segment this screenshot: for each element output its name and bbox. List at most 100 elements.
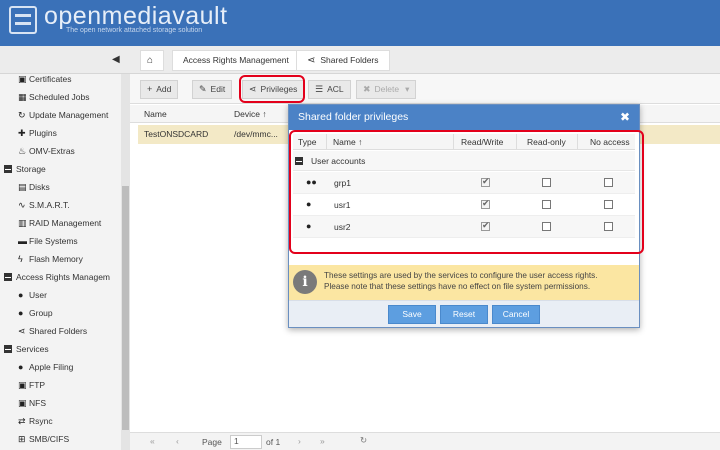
sidebar-item-raid-management[interactable]: ▥ RAID Management (18, 218, 101, 229)
cancel-button[interactable]: Cancel (492, 305, 540, 324)
disk-icon: ▤ (18, 182, 27, 192)
page-label: Page (202, 437, 222, 447)
update-icon: ↻ (18, 110, 26, 120)
pulse-icon: ∿ (18, 200, 26, 210)
sidebar-item-smb-cifs[interactable]: ⊞ SMB/CIFS (18, 434, 69, 445)
column-type: Type (298, 137, 317, 147)
sidebar-item-certificates[interactable]: ▣ Certificates (18, 74, 72, 85)
group-label: User accounts (311, 156, 366, 166)
info-banner: i These settings are used by the service… (289, 265, 639, 300)
read-write-checkbox[interactable] (481, 220, 490, 231)
column-read-write[interactable]: Read/Write (461, 137, 503, 147)
brand-tagline: The open network attached storage soluti… (66, 27, 203, 34)
row-name: grp1 (334, 178, 352, 188)
paging-toolbar: « ‹ Page 1 of 1 › » ↻ (130, 432, 720, 450)
sidebar-item-smart[interactable]: ∿ S.M.A.R.T. (18, 200, 70, 211)
sidebar-scroll-thumb[interactable] (122, 186, 129, 430)
no-access-checkbox[interactable] (604, 200, 613, 209)
group-row-user-accounts[interactable]: User accounts (293, 151, 635, 171)
collapse-icon[interactable] (295, 157, 303, 165)
table-row: ● usr2 (293, 216, 635, 238)
home-tab[interactable]: ⌂ (140, 50, 164, 71)
share-icon: ⋖ (307, 55, 316, 66)
privileges-button[interactable]: ⋖ Privileges (242, 80, 305, 99)
info-icon: i (293, 270, 317, 294)
apple-icon: ● (18, 362, 24, 372)
refresh-icon[interactable]: ↻ (360, 435, 367, 446)
read-only-checkbox[interactable] (542, 200, 551, 209)
no-access-checkbox[interactable] (604, 178, 613, 187)
sidebar-item-group[interactable]: ● Group (18, 308, 53, 318)
save-button[interactable]: Save (388, 305, 436, 324)
nfs-icon: ▣ (18, 398, 27, 408)
close-icon[interactable]: ✖ (619, 111, 631, 123)
column-read-only[interactable]: Read-only (527, 137, 566, 147)
reset-button[interactable]: Reset (440, 305, 488, 324)
sidebar-item-rsync[interactable]: ⇄ Rsync (18, 416, 53, 427)
plus-icon: + (147, 84, 153, 94)
top-header: openmediavault The open network attached… (0, 0, 720, 46)
first-page-icon[interactable]: « (150, 436, 155, 446)
last-page-icon[interactable]: » (320, 436, 325, 446)
collapse-icon (4, 345, 12, 353)
next-page-icon[interactable]: › (298, 436, 301, 446)
info-text: These settings are used by the services … (324, 271, 598, 291)
list-icon: ☰ (315, 84, 324, 94)
sidebar-item-disks[interactable]: ▤ Disks (18, 182, 50, 193)
user-icon: ● (306, 221, 312, 231)
prev-page-icon[interactable]: ‹ (176, 436, 179, 446)
no-access-checkbox[interactable] (604, 222, 613, 231)
sidebar-item-file-systems[interactable]: ▬ File Systems (18, 236, 78, 246)
sidebar-category-access-rights[interactable]: Access Rights Managem (4, 272, 110, 282)
dialog-button-bar: Save Reset Cancel (289, 300, 639, 327)
sidebar-item-scheduled-jobs[interactable]: ▦ Scheduled Jobs (18, 92, 90, 103)
privileges-table-header: Type Name ↑ Read/Write Read-only No acce… (293, 134, 635, 150)
sidebar-category-services[interactable]: Services (4, 344, 49, 354)
shared-folder-privileges-dialog: Shared folder privileges ✖ Type Name ↑ R… (288, 104, 640, 328)
sidebar-item-plugins[interactable]: ✚ Plugins (18, 128, 57, 139)
column-device[interactable]: Device ↑ (234, 109, 267, 119)
column-name[interactable]: Name ↑ (333, 137, 362, 147)
sidebar-item-nfs[interactable]: ▣ NFS (18, 398, 46, 409)
row-name: TestONSDCARD (144, 129, 209, 139)
group-icon: ● (18, 308, 24, 318)
sidebar-item-ftp[interactable]: ▣ FTP (18, 380, 45, 391)
windows-icon: ⊞ (18, 434, 26, 444)
raid-icon: ▥ (18, 218, 27, 228)
sidebar-item-shared-folders[interactable]: ⋖ Shared Folders (18, 326, 87, 337)
dialog-title: Shared folder privileges (289, 105, 639, 130)
read-only-checkbox[interactable] (542, 222, 551, 231)
read-write-checkbox[interactable] (481, 176, 490, 187)
table-row: ● usr1 (293, 194, 635, 216)
folder-icon: ▬ (18, 236, 27, 246)
share-icon: ⋖ (18, 326, 26, 336)
acl-button[interactable]: ☰ ACL (308, 80, 351, 99)
table-row: ●● grp1 (293, 172, 635, 194)
add-button[interactable]: + Add (140, 80, 179, 99)
column-name[interactable]: Name (144, 109, 167, 119)
omv-logo-icon (9, 6, 37, 34)
read-write-checkbox[interactable] (481, 198, 490, 209)
rsync-icon: ⇄ (18, 416, 26, 426)
row-name: usr1 (334, 200, 351, 210)
page-number-input[interactable]: 1 (230, 435, 262, 449)
flame-icon: ♨ (18, 146, 27, 156)
bolt-icon: ϟ (18, 254, 23, 264)
tab-access-rights-management[interactable]: Access Rights Management (172, 50, 300, 71)
sidebar-item-update-management[interactable]: ↻ Update Management (18, 110, 108, 121)
tab-shared-folders[interactable]: ⋖ Shared Folders (296, 50, 390, 71)
sidebar-item-omv-extras[interactable]: ♨ OMV-Extras (18, 146, 75, 157)
row-name: usr2 (334, 222, 351, 232)
page-count: of 1 (266, 437, 281, 447)
delete-button[interactable]: ✖ Delete ▾ (356, 80, 417, 99)
sidebar-category-storage[interactable]: Storage (4, 164, 46, 174)
column-no-access[interactable]: No access (590, 137, 630, 147)
home-icon: ⌂ (147, 55, 154, 66)
edit-button[interactable]: ✎ Edit (192, 80, 233, 99)
sidebar-item-apple-filing[interactable]: ● Apple Filing (18, 362, 73, 372)
sidebar-item-flash-memory[interactable]: ϟ Flash Memory (18, 254, 83, 264)
read-only-checkbox[interactable] (542, 178, 551, 187)
sidebar-item-user[interactable]: ● User (18, 290, 47, 300)
user-icon: ● (18, 290, 24, 300)
collapse-sidebar-icon[interactable]: ◀ (112, 54, 120, 65)
